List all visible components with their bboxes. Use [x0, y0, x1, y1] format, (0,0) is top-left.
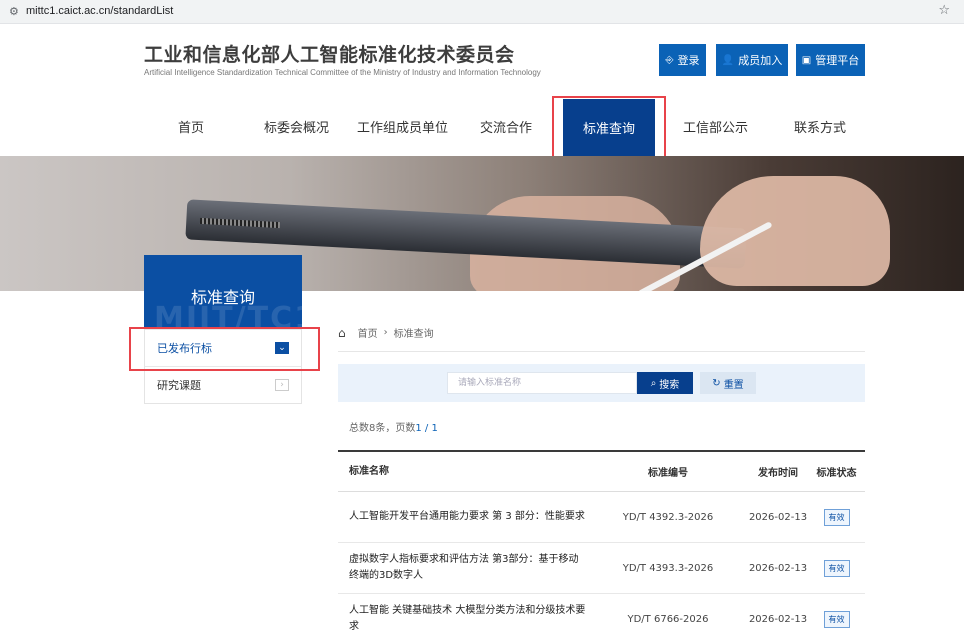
banner-hand-right: [700, 176, 890, 286]
reset-button[interactable]: ↻ 重置: [700, 372, 756, 394]
standards-table: 标准名称 标准编号 发布时间 标准状态 人工智能开发平台通用能力要求 第 3 部…: [338, 450, 865, 639]
side-item-label: 研究课题: [157, 379, 201, 392]
table-row[interactable]: 人工智能开发平台通用能力要求 第 3 部分：性能要求 YD/T 4392.3-2…: [338, 492, 865, 543]
table-row[interactable]: 人工智能 关键基础技术 大模型分类方法和分级技术要求 YD/T 6766-202…: [338, 594, 865, 639]
standard-name[interactable]: 人工智能开发平台通用能力要求 第 3 部分：性能要求: [338, 509, 588, 525]
result-summary: 总数8条，页数1 / 1: [349, 419, 438, 434]
side-panel-header: MIIT/TC1 标准查询: [144, 255, 302, 329]
reset-label: 重置: [723, 379, 744, 391]
admin-platform-button[interactable]: ▣ 管理平台: [796, 44, 865, 76]
site-settings-icon[interactable]: ⚙: [9, 5, 19, 18]
col-date: 发布时间: [758, 468, 798, 479]
nav-overview[interactable]: 标委会概况: [264, 117, 329, 136]
breadcrumb: ⌂ 首页 › 标准查询: [338, 325, 434, 341]
divider: [338, 351, 865, 352]
search-icon: ⌕: [650, 377, 657, 389]
publish-date: 2026-02-13: [748, 511, 808, 523]
side-item-research-topics[interactable]: 研究课题 ›: [145, 366, 301, 403]
page-count: 1 / 1: [415, 423, 438, 434]
col-name: 标准名称: [349, 465, 389, 477]
standard-code: YD/T 4392.3-2026: [622, 511, 714, 523]
url-text[interactable]: mittc1.caict.ac.cn/standardList: [26, 5, 173, 17]
status-badge: 有效: [823, 508, 850, 526]
standard-code: YD/T 6766-2026: [627, 613, 709, 625]
status-badge: 有效: [823, 559, 850, 577]
standard-name[interactable]: 人工智能 关键基础技术 大模型分类方法和分级技术要求: [338, 603, 588, 635]
login-button[interactable]: ⎆ 登录: [659, 44, 706, 76]
search-label: 搜索: [659, 379, 680, 391]
home-icon[interactable]: ⌂: [338, 326, 346, 340]
admin-icon: ▣: [801, 54, 812, 66]
col-status: 标准状态: [816, 468, 857, 479]
col-code: 标准编号: [648, 468, 688, 479]
nav-members[interactable]: 工作组成员单位: [357, 117, 448, 136]
nav-home[interactable]: 首页: [178, 117, 204, 136]
chevron-right-icon: ›: [275, 379, 289, 391]
summary-text: 总数8条，页数: [349, 423, 416, 434]
bookmark-star-icon[interactable]: ☆: [938, 3, 950, 18]
breadcrumb-home[interactable]: 首页: [358, 325, 378, 340]
refresh-icon: ↻: [712, 377, 721, 389]
breadcrumb-current: 标准查询: [393, 329, 434, 340]
login-icon: ⎆: [665, 54, 674, 66]
status-badge: 有效: [823, 610, 850, 628]
table-row[interactable]: 虚拟数字人指标要求和评估方法 第3部分：基于移动终端的3D数字人 YD/T 43…: [338, 543, 865, 594]
site-title: 工业和信息化部人工智能标准化技术委员会: [144, 44, 515, 66]
user-icon: 👤: [721, 54, 735, 66]
nav-exchange[interactable]: 交流合作: [480, 117, 532, 136]
search-button[interactable]: ⌕ 搜索: [637, 372, 693, 394]
nav-contact[interactable]: 联系方式: [794, 117, 846, 136]
standard-code: YD/T 4393.3-2026: [622, 562, 714, 574]
browser-address-bar: ⚙ mittc1.caict.ac.cn/standardList ☆: [0, 0, 964, 24]
nav-miit-notice[interactable]: 工信部公示: [683, 117, 748, 136]
table-header: 标准名称 标准编号 发布时间 标准状态: [338, 452, 865, 492]
login-label: 登录: [677, 54, 700, 67]
publish-date: 2026-02-13: [748, 613, 808, 625]
side-panel-title: 标准查询: [190, 288, 255, 307]
search-input[interactable]: [447, 372, 637, 394]
site-subtitle: Artificial Intelligence Standardization …: [144, 68, 541, 77]
join-label: 成员加入: [738, 54, 783, 67]
admin-label: 管理平台: [815, 54, 860, 67]
join-button[interactable]: 👤 成员加入: [716, 44, 788, 76]
breadcrumb-separator: ›: [383, 327, 388, 338]
highlight-box-side: [129, 327, 320, 371]
publish-date: 2026-02-13: [748, 562, 808, 574]
standard-name[interactable]: 虚拟数字人指标要求和评估方法 第3部分：基于移动终端的3D数字人: [338, 552, 588, 584]
